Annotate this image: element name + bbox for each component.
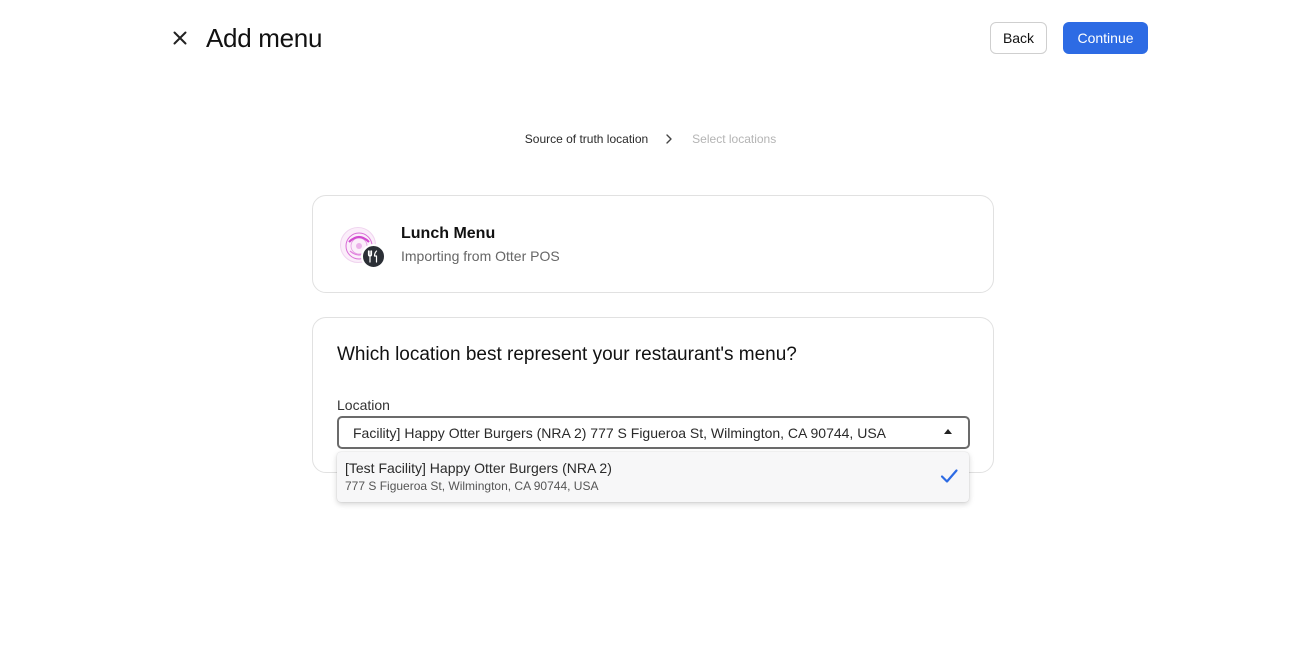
location-question: Which location best represent your resta… [337,344,797,365]
location-card: Which location best represent your resta… [312,317,994,473]
check-icon [940,469,958,483]
location-dropdown: [Test Facility] Happy Otter Burgers (NRA… [337,452,969,502]
option-address: 777 S Figueroa St, Wilmington, CA 90744,… [345,479,599,493]
close-button[interactable] [168,26,192,50]
location-field-label: Location [337,397,390,413]
page-title: Add menu [206,23,323,53]
menu-import-source: Importing from Otter POS [401,248,560,264]
back-button[interactable]: Back [990,22,1047,54]
caret-up-icon [944,429,952,434]
stepper: Source of truth location Select location… [0,131,1301,147]
close-icon [173,31,187,45]
location-select-value: Facility] Happy Otter Burgers (NRA 2) 77… [353,425,886,441]
step-select-locations: Select locations [692,132,777,146]
option-title: [Test Facility] Happy Otter Burgers (NRA… [345,460,612,476]
continue-button[interactable]: Continue [1063,22,1148,54]
add-menu-page: Add menu Back Continue Source of truth l… [0,0,1301,649]
menu-name: Lunch Menu [401,225,496,242]
fork-knife-icon [361,244,386,269]
menu-card: Lunch Menu Importing from Otter POS [312,195,994,293]
chevron-right-icon [666,134,672,144]
location-select[interactable]: Facility] Happy Otter Burgers (NRA 2) 77… [337,416,970,449]
step-source-of-truth[interactable]: Source of truth location [525,131,648,147]
